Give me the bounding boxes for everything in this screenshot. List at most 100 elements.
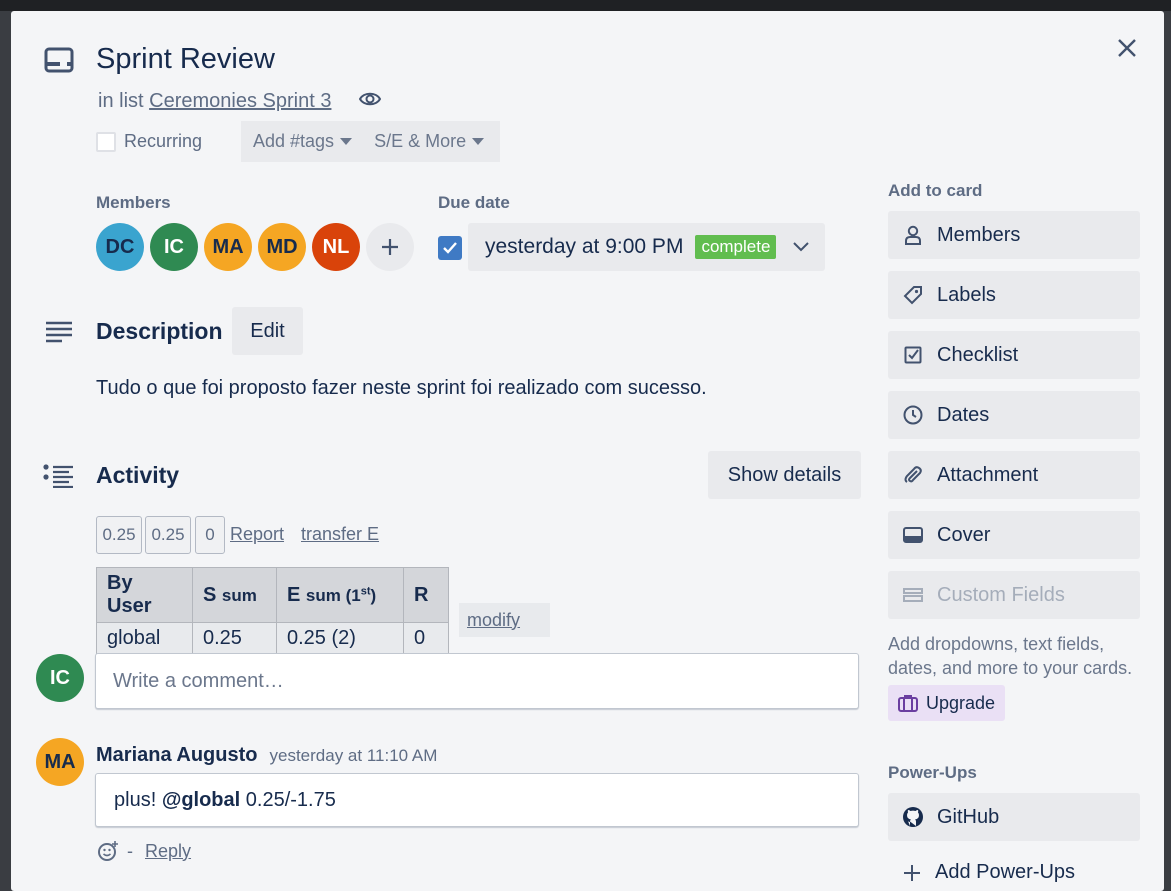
paperclip-icon [902,465,924,485]
se-more-dropdown[interactable]: S/E & More [374,131,485,152]
sidebar-attachment-button[interactable]: Attachment [888,451,1140,499]
sidebar-custom-fields-label: Custom Fields [937,583,1065,606]
sidebar-checklist-label: Checklist [937,343,1019,366]
modify-cell: modify [459,603,550,637]
board-background [0,0,1171,11]
comment-author[interactable]: Mariana Augusto [96,744,258,767]
sidebar-github-label: GitHub [937,805,1000,828]
activity-heading: Activity [96,462,180,488]
edit-description-button[interactable]: Edit [232,307,303,355]
emoji-reaction-icon[interactable] [97,840,119,862]
member-avatar[interactable]: MA [204,223,252,271]
sidebar-cover-label: Cover [937,523,991,546]
comment-text-suffix: 0.25/-1.75 [245,788,336,811]
sidebar-checklist-button[interactable]: Checklist [888,331,1140,379]
complete-badge: complete [695,235,777,259]
stats-table: By User S sum E sum (1st) R global 0.25 … [96,567,449,655]
comment-body: plus! @global 0.25/-1.75 [95,773,859,827]
comment-text-prefix: plus! [114,788,157,811]
action-separator: - [127,840,133,861]
table-header-row: By User S sum E sum (1st) R [96,567,449,623]
comment-actions: - Reply [97,840,191,862]
clock-icon [902,405,924,425]
caret-down-icon [340,138,353,145]
card-icon [44,47,74,73]
caret-down-icon [472,138,485,145]
cell-e: 0.25 (2) [276,622,404,655]
add-to-card-heading: Add to card [888,181,983,200]
in-list-prefix: in list [98,90,144,112]
table-row: global 0.25 0.25 (2) 0 [96,622,449,655]
briefcase-icon [898,695,918,712]
comment-mention[interactable]: @global [162,789,240,812]
due-date-value: yesterday at 9:00 PM [485,235,684,258]
show-details-button[interactable]: Show details [708,451,861,499]
col-by-user: By User [96,567,193,623]
sidebar-cover-button[interactable]: Cover [888,511,1140,559]
comment-time[interactable]: yesterday at 11:10 AM [270,746,438,766]
tag-icon [902,285,924,305]
comment-input[interactable] [96,654,858,708]
col-e-sum: E sum (1st) [276,567,404,623]
cell-s: 0.25 [192,622,277,655]
checklist-icon [902,346,924,364]
members-list: DC IC MA MD NL [96,223,414,271]
activity-icon [43,464,75,488]
member-avatar[interactable]: IC [150,223,198,271]
e-value-chip[interactable]: 0.25 [145,516,191,554]
report-link[interactable]: Report [230,524,284,545]
upgrade-button[interactable]: Upgrade [888,685,1006,721]
s-value-chip[interactable]: 0.25 [96,516,142,554]
chevron-down-icon [793,242,810,252]
tag-toolbar: Add #tags S/E & More [241,121,500,162]
due-date-heading: Due date [438,193,510,212]
plus-icon [904,864,920,881]
sidebar-github-button[interactable]: GitHub [888,793,1140,841]
sidebar-attachment-label: Attachment [937,463,1039,486]
powerups-heading: Power-Ups [888,763,977,782]
members-heading: Members [96,193,171,212]
cover-icon [902,527,924,543]
add-member-button[interactable] [366,223,414,271]
description-icon [45,321,73,343]
due-complete-checkbox[interactable] [438,236,462,260]
current-user-avatar[interactable]: IC [36,654,84,702]
comment-author-avatar[interactable]: MA [36,738,84,786]
list-link[interactable]: Ceremonies Sprint 3 [149,90,331,112]
watch-eye-icon[interactable] [359,90,381,108]
card-title[interactable]: Sprint Review [96,43,275,76]
github-icon [902,806,924,828]
sidebar-dates-label: Dates [937,403,990,426]
r-value-chip[interactable]: 0 [195,516,225,554]
member-avatar[interactable]: NL [312,223,360,271]
stats-table-wrap: By User S sum E sum (1st) R global 0.25 … [96,567,449,655]
sidebar-custom-fields-button[interactable]: Custom Fields [888,571,1140,619]
modify-link[interactable]: modify [467,610,520,631]
col-r: R [403,567,449,623]
cell-user: global [96,622,193,655]
recurring-checkbox[interactable] [96,131,116,152]
cell-r: 0 [403,622,449,655]
recurring-toggle[interactable]: Recurring [96,131,202,152]
member-avatar[interactable]: DC [96,223,144,271]
add-powerups-button[interactable]: Add Power-Ups [888,861,1075,884]
sidebar-members-button[interactable]: Members [888,211,1140,259]
col-s-sum: S sum [192,567,277,623]
add-tags-dropdown[interactable]: Add #tags [253,131,353,152]
card-detail-modal: Sprint Review in list Ceremonies Sprint … [11,11,1164,891]
add-tags-label: Add #tags [253,131,335,151]
transfer-e-link[interactable]: transfer E [301,524,379,545]
comment-header: Mariana Augusto yesterday at 11:10 AM [96,744,437,767]
description-text[interactable]: Tudo o que foi proposto fazer neste spri… [96,377,707,400]
due-date-button[interactable]: yesterday at 9:00 PM complete [468,223,825,271]
close-icon[interactable] [1115,36,1139,60]
reply-link[interactable]: Reply [145,841,191,862]
description-heading: Description [96,318,223,344]
person-icon [902,225,924,245]
sidebar-dates-button[interactable]: Dates [888,391,1140,439]
se-more-label: S/E & More [374,131,467,151]
sidebar-labels-button[interactable]: Labels [888,271,1140,319]
custom-fields-note: Add dropdowns, text fields, dates, and m… [888,634,1133,678]
add-powerups-label: Add Power-Ups [935,861,1076,883]
member-avatar[interactable]: MD [258,223,306,271]
